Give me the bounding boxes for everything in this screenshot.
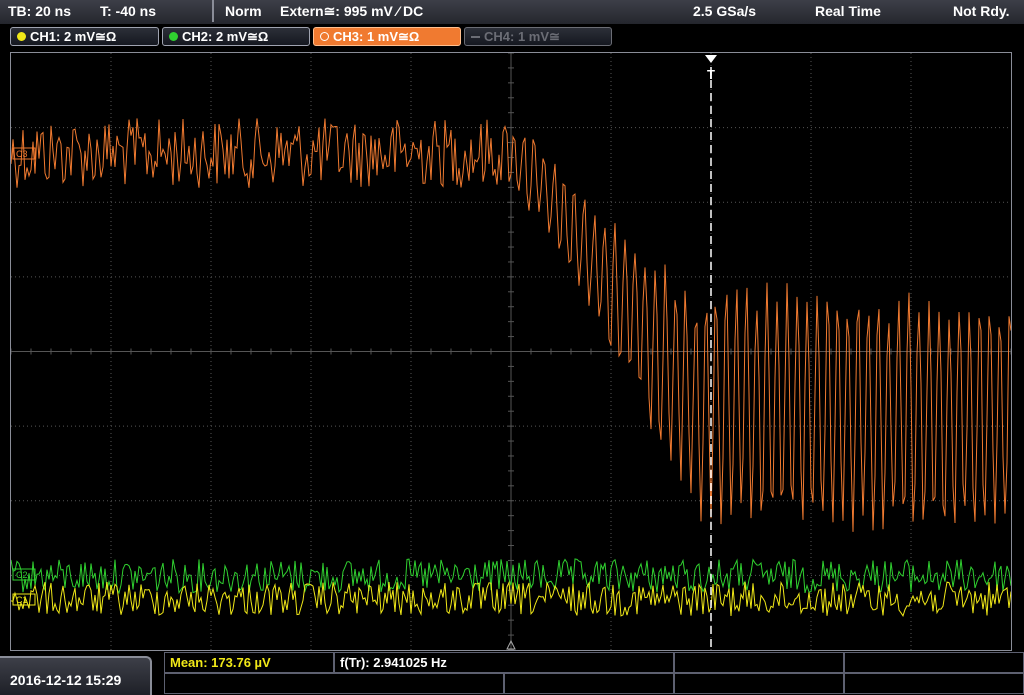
trigger-marker-label: T — [707, 67, 715, 82]
channel-2-ref-label: C2 — [16, 570, 28, 580]
datetime-box: 2016-12-12 15:29 — [0, 656, 152, 695]
channel-2-tab[interactable]: CH2: 2 mV≅Ω — [162, 27, 310, 46]
channel-1-indicator-icon — [17, 32, 26, 41]
channel-3-indicator-icon — [320, 32, 329, 41]
measurement-panel: Mean: 173.76 µV f(Tr): 2.941025 Hz — [164, 652, 1024, 695]
datetime: 2016-12-12 15:29 — [10, 672, 122, 688]
channel-4-label: CH4: 1 mV≅ — [484, 29, 560, 44]
measurement-cell-6[interactable] — [504, 673, 674, 694]
channel-4-tab[interactable]: CH4: 1 mV≅ — [464, 27, 612, 46]
trigger-source[interactable]: Extern≅: 995 mV ⁄ DC — [280, 3, 423, 20]
channel-3-tab[interactable]: CH3: 1 mV≅Ω — [313, 27, 461, 46]
measurement-cell-3[interactable] — [674, 652, 844, 673]
waveform-display[interactable]: T C3 C2 C1 — [10, 52, 1012, 651]
measurement-cell-7[interactable] — [674, 673, 844, 694]
channel-bar: CH1: 2 mV≅Ω CH2: 2 mV≅Ω CH3: 1 mV≅Ω CH4:… — [0, 24, 1024, 50]
acquisition-mode[interactable]: Norm — [225, 3, 262, 19]
trigger-time-value[interactable]: T: -40 ns — [100, 3, 156, 19]
measurement-cell-5[interactable] — [164, 673, 504, 694]
channel-2-label: CH2: 2 mV≅Ω — [182, 29, 269, 44]
timebase-box[interactable]: TB: 20 ns T: -40 ns — [0, 0, 214, 22]
footer: 2016-12-12 15:29 Mean: 173.76 µV f(Tr): … — [0, 652, 1024, 695]
channel-3-ref-label: C3 — [16, 149, 28, 159]
channel-3-label: CH3: 1 mV≅Ω — [333, 29, 420, 44]
sample-rate[interactable]: 2.5 GSa/s — [693, 3, 756, 19]
channel-1-ref-label: C1 — [16, 595, 28, 605]
frequency-measurement: f(Tr): 2.941025 Hz — [340, 655, 447, 670]
channel-2-indicator-icon — [169, 32, 178, 41]
waveform-plot: T C3 C2 C1 — [11, 53, 1011, 650]
channel-1-label: CH1: 2 mV≅Ω — [30, 29, 117, 44]
mean-measurement: Mean: 173.76 µV — [170, 655, 271, 670]
measurement-cell-4[interactable] — [844, 652, 1024, 673]
acquisition-type[interactable]: Real Time — [815, 3, 881, 19]
graticule — [11, 53, 1011, 650]
measurement-cell-8[interactable] — [844, 673, 1024, 694]
status-bar: TB: 20 ns T: -40 ns Norm Extern≅: 995 mV… — [0, 0, 1024, 25]
trigger-marker-icon[interactable]: T — [705, 55, 717, 82]
timebase-value[interactable]: TB: 20 ns — [8, 3, 71, 19]
channel-1-ref-marker[interactable]: C1 — [12, 593, 36, 606]
trigger-state: Not Rdy. — [953, 3, 1010, 19]
channel-1-tab[interactable]: CH1: 2 mV≅Ω — [10, 27, 159, 46]
channel-4-off-icon — [471, 36, 480, 38]
